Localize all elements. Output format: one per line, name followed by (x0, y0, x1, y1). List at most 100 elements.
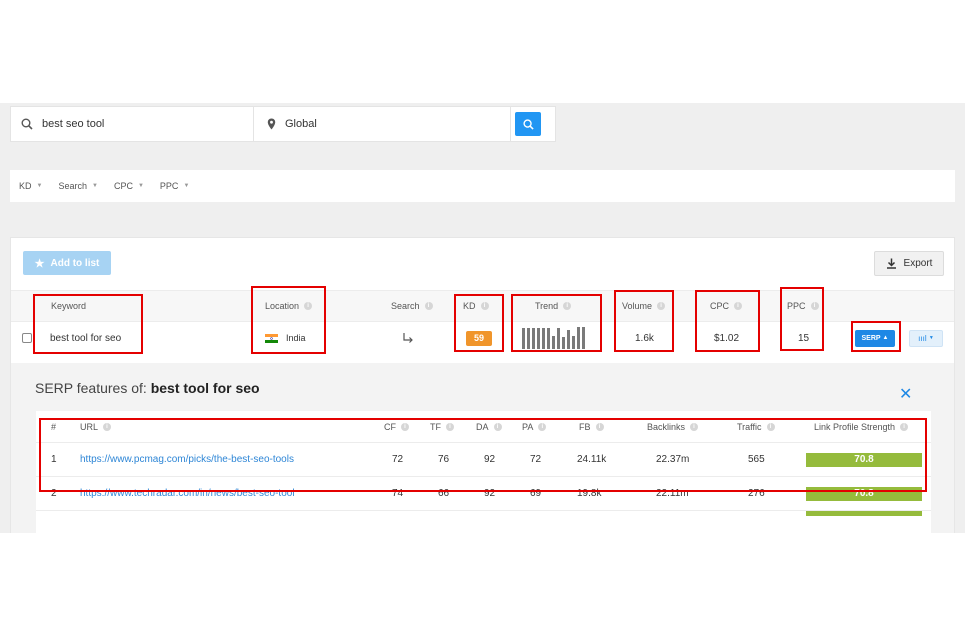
search-button[interactable] (515, 112, 541, 136)
link-profile-strength-bar (806, 511, 922, 516)
export-label: Export (903, 258, 933, 269)
location-label: India (286, 333, 306, 343)
filter-kd[interactable]: KD ▼ (19, 181, 42, 191)
table-row: best tool for seo India 59 1.6k $1.02 15… (11, 322, 954, 354)
close-icon[interactable]: ✕ (899, 384, 912, 404)
filter-label: Search (58, 181, 87, 191)
trend-bar (567, 330, 570, 349)
info-icon: i (538, 422, 547, 431)
location-select[interactable]: Global (255, 107, 511, 141)
column-header-da[interactable]: DA i (476, 411, 502, 442)
checkbox-box (22, 333, 32, 343)
column-header-ppc[interactable]: PPC i (787, 291, 819, 321)
info-icon: i (657, 302, 666, 310)
column-header-keyword[interactable]: Keyword (51, 291, 86, 321)
keyword-table-header: Keyword Location i Search i KD i Trend i Vol… (11, 290, 954, 322)
add-to-list-button[interactable]: ★ Add to list (23, 251, 111, 275)
keyword-search-input[interactable]: best seo tool (11, 107, 254, 141)
header-label: FB (579, 421, 591, 432)
column-header-cf[interactable]: CF i (384, 411, 409, 442)
header-label: Search (391, 301, 420, 311)
bar-chart-button[interactable]: ıııl ▼ (909, 329, 943, 347)
cpc-cell: $1.02 (714, 332, 740, 344)
link-profile-strength-cell (806, 511, 922, 533)
header-label: CF (384, 421, 396, 432)
serp-title: SERP features of: best tool for seo (35, 380, 260, 396)
app-window: best seo tool Global KD ▼ Search ▼ CPC ▼ PP… (0, 103, 965, 533)
info-icon: i (480, 302, 489, 310)
row-number: 2 (51, 488, 57, 499)
info-icon: i (810, 302, 819, 310)
traffic-value: 276 (748, 488, 765, 499)
trend-bar (522, 328, 525, 349)
serp-table-row-partial (36, 511, 931, 533)
info-icon: i (103, 422, 112, 431)
serp-title-keyword: best tool for seo (150, 380, 260, 396)
serp-title-prefix: SERP features of: (35, 380, 151, 396)
download-icon (886, 258, 896, 269)
info-icon: i (401, 422, 409, 431)
header-label: Link Profile Strength (814, 421, 896, 432)
info-icon: i (900, 422, 909, 431)
header-label: Backlinks (647, 421, 686, 432)
filter-label: PPC (159, 181, 179, 191)
filter-cpc[interactable]: CPC ▼ (114, 181, 144, 191)
serp-table-row: 1 https://www.pcmag.com/picks/the-best-s… (36, 443, 931, 477)
caret-down-icon: ▼ (137, 183, 144, 189)
column-header-traffic[interactable]: Traffic i (737, 411, 775, 442)
results-panel: ★ Add to list Export Keyword Location i S… (10, 237, 955, 533)
caret-down-icon: ▼ (92, 183, 98, 189)
filter-bar: KD ▼ Search ▼ CPC ▼ PPC ▼ (10, 170, 955, 202)
column-header-pa[interactable]: PA i (522, 411, 547, 442)
serp-button[interactable]: SERP ▲ (855, 329, 895, 347)
column-header-trend[interactable]: Trend i (535, 291, 572, 321)
pa-value: 72 (530, 454, 542, 465)
column-header-search[interactable]: Search i (391, 291, 433, 321)
url-link[interactable]: https://www.techradar.com/in/news/best-s… (80, 477, 295, 510)
serp-features-section: SERP features of: best tool for seo ✕ # … (11, 363, 954, 533)
info-icon: i (563, 302, 572, 310)
column-header-kd[interactable]: KD i (463, 291, 489, 321)
trend-bar (527, 328, 530, 349)
search-cell[interactable] (402, 322, 414, 354)
filter-search[interactable]: Search ▼ (58, 181, 97, 191)
column-header-location[interactable]: Location i (265, 291, 313, 321)
column-header-link-profile-strength[interactable]: Link Profile Strength i (814, 411, 909, 442)
filter-label: KD (19, 181, 32, 191)
column-header-tf[interactable]: TF i (430, 411, 454, 442)
header-label: Traffic (737, 421, 762, 432)
trend-bar (542, 328, 545, 349)
filter-ppc[interactable]: PPC ▼ (160, 181, 189, 191)
column-header-fb[interactable]: FB i (579, 411, 604, 442)
info-icon: i (424, 302, 433, 310)
fb-value: 24.11k (577, 454, 607, 465)
export-button[interactable]: Export (874, 251, 944, 276)
keyword-cell[interactable]: best tool for seo (50, 322, 121, 354)
caret-up-icon: ▲ (882, 335, 889, 341)
column-header-cpc[interactable]: CPC i (710, 291, 743, 321)
header-label: TF (430, 421, 441, 432)
search-icon (21, 118, 33, 130)
info-icon: i (690, 422, 699, 431)
da-value: 92 (484, 454, 496, 465)
trend-bar (552, 336, 555, 349)
column-header-url[interactable]: URL i (80, 411, 112, 442)
header-label: CPC (710, 301, 730, 311)
info-icon: i (446, 422, 454, 431)
column-header-backlinks[interactable]: Backlinks i (647, 411, 699, 442)
url-link[interactable]: https://www.pcmag.com/picks/the-best-seo… (80, 443, 294, 476)
location-cell: India (265, 322, 306, 354)
add-to-list-label: Add to list (50, 257, 100, 269)
trend-sparkline (522, 327, 585, 349)
header-label: Trend (535, 301, 559, 311)
row-checkbox[interactable] (22, 322, 32, 354)
serp-table: # URL i CF i TF i DA i PA i FB i Backlinks i Tr… (36, 411, 931, 533)
serp-table-header: # URL i CF i TF i DA i PA i FB i Backlinks i Tr… (36, 411, 931, 443)
search-icon (522, 118, 534, 130)
header-label: Keyword (51, 301, 87, 311)
header-label: Location (265, 301, 300, 311)
kd-badge: 59 (466, 330, 492, 346)
cf-value: 72 (392, 454, 404, 465)
column-header-volume[interactable]: Volume i (622, 291, 666, 321)
trend-bar (577, 327, 580, 349)
